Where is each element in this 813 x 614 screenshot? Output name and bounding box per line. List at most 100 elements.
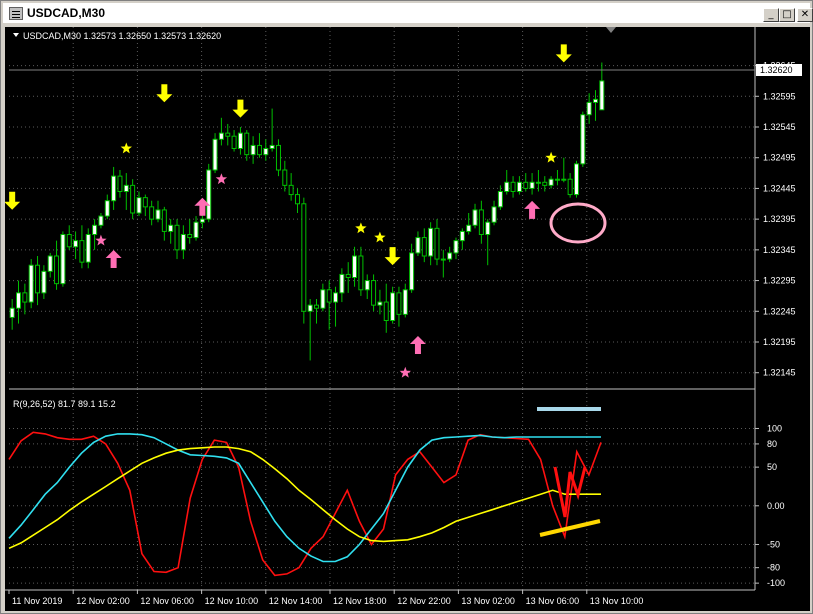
bull-candle	[9, 307, 15, 318]
current-price-label: 1.32620	[760, 65, 793, 75]
bull-candle	[237, 132, 243, 150]
highlight-circle	[549, 202, 607, 244]
time-tick-label: 12 Nov 10:00	[205, 596, 259, 606]
bull-candle	[491, 206, 497, 223]
bull-candle	[193, 221, 199, 239]
buy-arrow-icon	[524, 200, 541, 219]
chart-shift-marker-icon[interactable]	[606, 27, 616, 33]
star-icon	[545, 151, 557, 163]
price-tick-label: 1.32295	[763, 276, 796, 286]
bear-candle	[434, 227, 440, 260]
sell-arrow-icon	[384, 247, 401, 266]
indicator-tick-label: 50	[767, 462, 777, 472]
time-tick-label: 12 Nov 14:00	[269, 596, 323, 606]
price-tick-label: 1.32445	[763, 183, 796, 193]
bear-candle	[225, 132, 231, 137]
title-bar[interactable]: USDCAD,M30 _ □ ✕	[3, 3, 813, 23]
bull-candle	[580, 114, 586, 165]
sell-arrow-icon	[555, 44, 572, 63]
indicator-pane-header: R(9,26,52) 81.7 89.1 15.2	[13, 399, 116, 409]
candles-layer	[9, 62, 605, 361]
indicator-tick-label: -50	[767, 539, 780, 549]
bear-candle	[314, 304, 320, 309]
window-title: USDCAD,M30	[27, 6, 106, 20]
bear-candle	[22, 292, 28, 303]
star-icon	[95, 234, 107, 246]
indicator-tick-label: 80	[767, 439, 777, 449]
bear-candle	[396, 292, 402, 315]
price-tick-label: 1.32395	[763, 214, 796, 224]
bear-candle	[326, 289, 332, 303]
close-button[interactable]: ✕	[797, 8, 813, 22]
bull-candle	[377, 301, 383, 306]
bear-candle	[301, 203, 307, 312]
bear-candle	[371, 280, 377, 306]
buy-arrow-icon	[409, 336, 426, 354]
maximize-button[interactable]: □	[779, 8, 795, 22]
indicator-scale[interactable]: 100 80 50 0.00 -50 -80 -100	[755, 423, 785, 588]
bear-candle	[79, 240, 85, 263]
bear-candle	[288, 184, 294, 196]
bull-candle	[497, 191, 503, 208]
bear-candle	[294, 194, 300, 205]
chart-window-icon[interactable]	[9, 7, 23, 20]
price-scale[interactable]: 1.326451.325951.325451.324951.324451.323…	[755, 61, 796, 378]
main-grid	[9, 27, 755, 389]
bull-candle	[206, 169, 212, 220]
bull-candle	[453, 240, 459, 254]
time-axis[interactable]: 11 Nov 2019 12 Nov 02:00 12 Nov 06:00 12 No…	[8, 590, 643, 606]
bear-candle	[542, 181, 548, 186]
bull-candle	[428, 227, 434, 257]
bear-candle	[478, 209, 484, 236]
bull-candle	[592, 98, 598, 103]
bull-candle	[92, 224, 98, 236]
bull-candle	[263, 148, 269, 156]
bull-candle	[586, 101, 592, 116]
bull-candle	[459, 230, 465, 242]
bull-candle	[16, 292, 22, 309]
price-tick-label: 1.32195	[763, 337, 796, 347]
chart-area[interactable]: USDCAD,M30 1.32573 1.32650 1.32573 1.326…	[5, 27, 810, 611]
chart-menu-triangle-icon[interactable]	[13, 33, 19, 37]
bull-candle	[466, 224, 472, 232]
price-tick-label: 1.32145	[763, 368, 796, 378]
bull-candle	[199, 218, 205, 223]
bear-candle	[383, 301, 389, 322]
bull-candle	[180, 234, 186, 251]
time-tick-label: 11 Nov 2019	[12, 596, 62, 606]
bull-candle	[250, 144, 256, 156]
bull-candle	[212, 138, 218, 171]
indicator-tick-label: -100	[767, 578, 785, 588]
bear-candle	[523, 181, 529, 189]
indicator-tick-label: 0.00	[767, 501, 785, 511]
bear-candle	[142, 197, 148, 208]
star-icon	[355, 222, 367, 234]
yellow-indicator-line	[8, 446, 601, 550]
bear-candle	[275, 144, 281, 171]
divergence-red-zigzag	[553, 466, 587, 518]
bear-candle	[358, 255, 364, 291]
bear-candle	[149, 206, 155, 220]
minimize-button[interactable]: _	[763, 8, 779, 22]
chart-svg[interactable]: USDCAD,M30 1.32573 1.32650 1.32573 1.326…	[5, 27, 810, 611]
bull-candle	[73, 240, 79, 248]
bear-candle	[161, 209, 167, 232]
bull-candle	[485, 221, 491, 235]
bear-candle	[567, 178, 573, 196]
price-tick-label: 1.32245	[763, 306, 796, 316]
bear-candle	[130, 184, 136, 214]
bull-candle	[599, 80, 605, 111]
signals-layer	[5, 44, 572, 378]
sell-arrow-icon	[156, 84, 173, 103]
time-tick-label: 12 Nov 22:00	[397, 596, 451, 606]
bull-candle	[85, 234, 91, 263]
bull-candle	[47, 255, 53, 272]
bear-candle	[231, 135, 237, 150]
price-tick-label: 1.32595	[763, 91, 796, 101]
bull-candle	[504, 181, 510, 193]
bull-candle	[535, 181, 541, 184]
bull-candle	[516, 181, 522, 193]
bull-candle	[529, 181, 535, 189]
bull-candle	[409, 252, 415, 291]
bull-candle	[307, 304, 313, 312]
